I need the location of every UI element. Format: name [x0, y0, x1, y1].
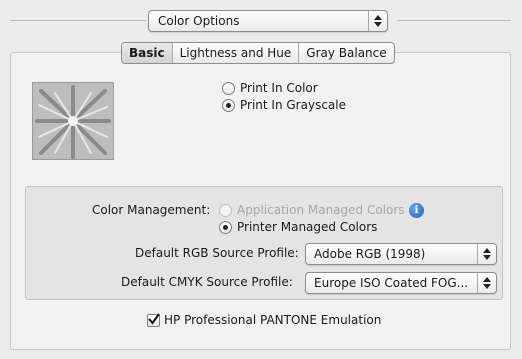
- rgb-popup-arrows-icon: [477, 244, 496, 264]
- popup-arrows-icon: [368, 11, 387, 31]
- cmyk-profile-label: Default CMYK Source Profile:: [121, 275, 293, 289]
- printer-managed-colors-radio[interactable]: [219, 220, 232, 234]
- printer-managed-colors-label: Printer Managed Colors: [237, 220, 378, 234]
- color-options-popup-label: Color Options: [158, 14, 240, 28]
- application-managed-colors-label: Application Managed Colors: [237, 203, 405, 217]
- cmyk-profile-value: Europe ISO Coated FOG...: [314, 276, 469, 290]
- printer-managed-colors-option[interactable]: Printer Managed Colors: [219, 220, 377, 234]
- pantone-emulation-checkbox[interactable]: [147, 312, 160, 327]
- print-in-color-option[interactable]: Print In Color: [222, 81, 318, 95]
- print-in-color-radio[interactable]: [222, 81, 235, 95]
- application-managed-colors-option: Application Managed Colors: [219, 203, 405, 217]
- tab-gray-balance[interactable]: Gray Balance: [298, 43, 393, 63]
- color-management-label: Color Management:: [92, 203, 211, 217]
- color-options-popup[interactable]: Color Options: [148, 10, 388, 32]
- tab-bar: Basic Lightness and Hue Gray Balance: [121, 42, 395, 64]
- rgb-profile-popup[interactable]: Adobe RGB (1998): [305, 243, 497, 265]
- print-in-grayscale-option[interactable]: Print In Grayscale: [222, 98, 346, 112]
- application-managed-colors-radio: [219, 203, 232, 217]
- cmyk-profile-popup[interactable]: Europe ISO Coated FOG...: [305, 272, 497, 294]
- color-preview-image: [32, 82, 114, 160]
- info-icon[interactable]: i: [409, 203, 424, 218]
- rgb-profile-label: Default RGB Source Profile:: [135, 246, 299, 260]
- tab-lightness-and-hue[interactable]: Lightness and Hue: [171, 43, 299, 63]
- print-in-grayscale-radio[interactable]: [222, 98, 235, 112]
- separator-right: [397, 20, 511, 21]
- cmyk-popup-arrows-icon: [477, 273, 496, 293]
- pantone-emulation-option[interactable]: HP Professional PANTONE Emulation: [147, 312, 382, 327]
- tab-basic[interactable]: Basic: [122, 43, 172, 63]
- pantone-emulation-label: HP Professional PANTONE Emulation: [164, 313, 382, 327]
- print-in-color-label: Print In Color: [240, 81, 318, 95]
- rgb-profile-value: Adobe RGB (1998): [314, 247, 426, 261]
- print-in-grayscale-label: Print In Grayscale: [240, 98, 346, 112]
- separator-left: [10, 20, 146, 21]
